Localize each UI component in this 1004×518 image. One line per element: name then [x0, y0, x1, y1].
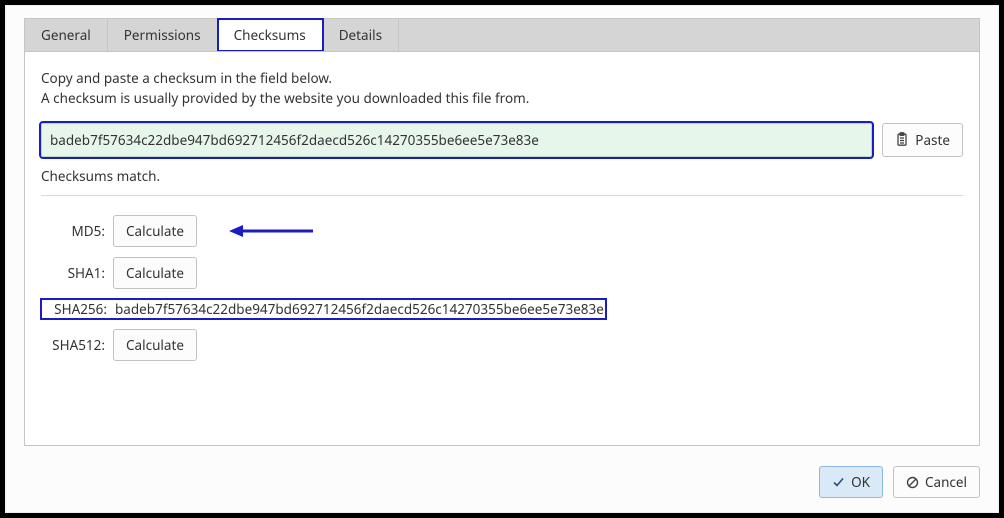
- tab-bar: General Permissions Checksums Details: [24, 18, 980, 51]
- tab-checksums[interactable]: Checksums: [218, 19, 323, 51]
- sha1-label: SHA1:: [41, 264, 113, 282]
- sha512-row: SHA512: Calculate: [41, 324, 963, 366]
- description-line1: Copy and paste a checksum in the field b…: [41, 68, 963, 88]
- match-status: Checksums match.: [41, 167, 963, 196]
- sha512-calculate-button[interactable]: Calculate: [113, 329, 197, 361]
- sha1-row: SHA1: Calculate: [41, 252, 963, 294]
- checksum-input[interactable]: [41, 123, 872, 157]
- sha1-calculate-button[interactable]: Calculate: [113, 257, 197, 289]
- md5-row: MD5: Calculate: [41, 210, 963, 252]
- md5-calculate-button[interactable]: Calculate: [113, 215, 197, 247]
- checksums-panel: Copy and paste a checksum in the field b…: [24, 51, 980, 446]
- tab-permissions[interactable]: Permissions: [108, 19, 218, 51]
- sha512-label: SHA512:: [41, 336, 113, 354]
- sha256-label: SHA256:: [43, 300, 115, 318]
- check-icon: [832, 476, 845, 488]
- paste-button[interactable]: Paste: [882, 123, 963, 157]
- clipboard-icon: [895, 132, 909, 147]
- cancel-button[interactable]: Cancel: [893, 466, 980, 498]
- cancel-button-label: Cancel: [925, 473, 967, 491]
- tab-details[interactable]: Details: [323, 19, 399, 51]
- description-line2: A checksum is usually provided by the we…: [41, 88, 963, 108]
- dialog-footer: OK Cancel: [6, 456, 998, 512]
- description: Copy and paste a checksum in the field b…: [41, 68, 963, 109]
- tab-general[interactable]: General: [25, 19, 108, 51]
- properties-dialog: General Permissions Checksums Details Co…: [5, 5, 999, 513]
- annotation-arrow: [227, 222, 315, 240]
- ok-button[interactable]: OK: [819, 466, 883, 498]
- md5-label: MD5:: [41, 222, 113, 240]
- sha256-row: SHA256: badeb7f57634c22dbe947bd692712456…: [41, 294, 963, 324]
- ok-button-label: OK: [851, 473, 870, 491]
- sha256-value: badeb7f57634c22dbe947bd692712456f2daecd5…: [115, 300, 604, 318]
- cancel-icon: [906, 476, 919, 489]
- paste-button-label: Paste: [915, 131, 950, 149]
